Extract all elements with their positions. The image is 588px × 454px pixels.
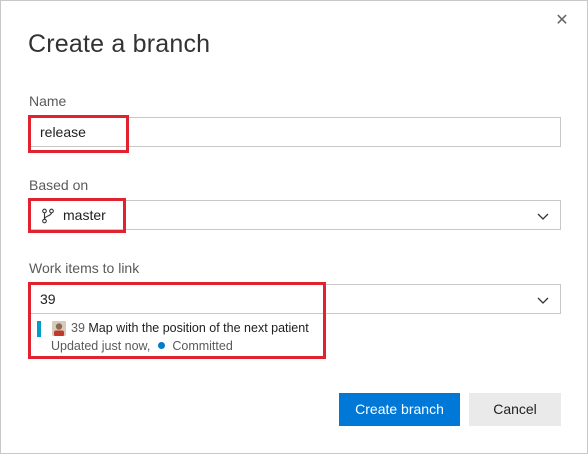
dialog-title: Create a branch bbox=[28, 30, 211, 58]
work-items-input-value: 39 bbox=[40, 291, 56, 307]
work-items-label: Work items to link bbox=[29, 260, 140, 276]
based-on-label: Based on bbox=[29, 177, 89, 193]
work-item-status-line: Updated just now, Committed bbox=[51, 339, 233, 353]
work-items-input[interactable]: 39 bbox=[29, 284, 561, 314]
name-label: Name bbox=[29, 93, 67, 109]
chevron-down-icon[interactable] bbox=[536, 209, 550, 223]
cancel-button[interactable]: Cancel bbox=[469, 393, 561, 426]
git-branch-icon bbox=[42, 208, 54, 224]
work-item-state: Committed bbox=[172, 339, 233, 353]
create-branch-dialog: Create a branch ✕ Name release Based on … bbox=[0, 0, 588, 454]
linked-work-item[interactable]: 39 Map with the position of the next pat… bbox=[37, 319, 327, 357]
work-item-title: Map with the position of the next patien… bbox=[88, 321, 309, 335]
based-on-dropdown[interactable]: master bbox=[29, 200, 561, 230]
work-item-id: 39 bbox=[71, 321, 85, 335]
work-item-type-bar bbox=[37, 321, 41, 337]
chevron-down-icon[interactable] bbox=[536, 293, 550, 307]
close-icon[interactable]: ✕ bbox=[553, 12, 571, 30]
state-dot-icon bbox=[157, 342, 165, 349]
name-input[interactable]: release bbox=[29, 117, 561, 147]
work-item-title-line: 39 Map with the position of the next pat… bbox=[71, 321, 309, 335]
name-input-value: release bbox=[40, 124, 86, 140]
avatar bbox=[52, 321, 66, 336]
create-branch-button[interactable]: Create branch bbox=[339, 393, 460, 426]
work-item-updated: Updated just now, bbox=[51, 339, 151, 353]
based-on-value: master bbox=[63, 207, 106, 223]
